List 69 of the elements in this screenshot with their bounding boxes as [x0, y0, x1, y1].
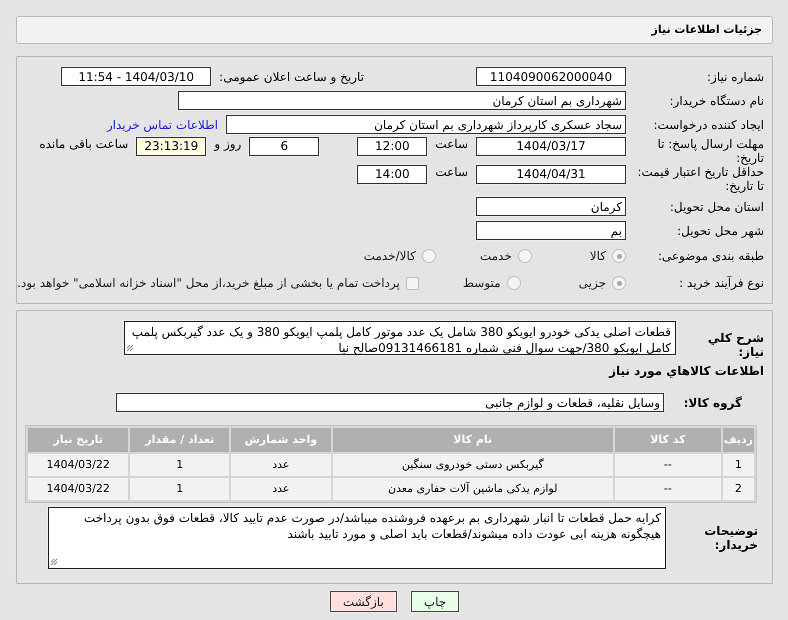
table-cell: 1404/03/22 — [28, 478, 128, 500]
section-heading: اطلاعات كالاهاي مورد نياز — [609, 364, 764, 378]
deadline-time-field: 12:00 — [357, 136, 428, 156]
validity-date-field: 1404/04/31 — [476, 164, 626, 184]
radio-button[interactable] — [612, 249, 626, 264]
field-label: طبقه بندی موضوعی: — [656, 249, 764, 264]
buyer-field: شهرداری بم استان کرمان — [178, 91, 626, 110]
radio-label: متوسط — [462, 276, 501, 290]
column-header: تاریخ نیاز — [28, 428, 128, 452]
radio-button[interactable] — [612, 276, 626, 290]
table-cell: -- — [614, 454, 721, 476]
buyer-notes-field[interactable]: کرایه حمل قطعات تا انبار شهرداری بم برعهده فروشنده میباشد/در صورت عدم تایید کالا، قطعات فوق بدون پرداخت هیچگونه هزینه ایی عودت داده میشوند/قطعات باید اصلی و مورد تایید باشند — [48, 506, 666, 569]
radio-label: کالا/خدمت — [364, 249, 416, 264]
radio-label: جزیی — [578, 276, 606, 290]
radio-label: کالا — [590, 249, 606, 264]
table-cell: عدد — [231, 454, 331, 476]
checkbox-label: پرداخت تمام یا بخشی از مبلغ خرید،از محل "اسناد خزانه اسلامی" خواهد بود. — [17, 276, 400, 290]
field-label: استان محل تحویل: — [668, 200, 764, 214]
table-cell: 1 — [130, 478, 230, 500]
field-label: شهر محل تحویل: — [676, 224, 764, 238]
column-header: نام کالا — [332, 428, 613, 452]
field-label: ساعت — [435, 136, 468, 151]
column-header: تعداد / مقدار — [130, 428, 230, 452]
validity-time-field: 14:00 — [357, 164, 428, 184]
field-label: تاریخ و ساعت اعلان عمومی: — [219, 70, 364, 84]
radio-button[interactable] — [422, 249, 436, 264]
deadline-date-field: 1404/03/17 — [476, 136, 626, 156]
announce-date-field: 1404/03/10 - 11:54 — [61, 67, 212, 86]
field-label: شرح کلي نياز: — [706, 330, 764, 359]
table-cell: 1404/03/22 — [28, 454, 128, 476]
field-label: مهلت ارسال پاسخ: تا تاریخ: — [656, 136, 764, 165]
days-field: 6 — [249, 136, 320, 156]
description-field[interactable]: قطعات اصلی یدکی خودرو ایویکو 380 شامل یک عدد موتور کامل پلمپ ایویکو 380 و یک عدد گیربکس پلمپ کامل ایویکو 380/جهت سوال فنی شماره 09131466181صالح نیا — [124, 320, 676, 355]
field-label: ایجاد کننده درخواست: — [652, 118, 764, 132]
column-header: واحد شمارش — [231, 428, 331, 452]
page-title: جزئیات اطلاعات نیاز — [652, 23, 762, 36]
remaining-time-field: 23:13:19 — [136, 136, 206, 156]
checkbox[interactable] — [406, 276, 419, 290]
table-cell: 2 — [722, 478, 754, 500]
table-cell: -- — [614, 478, 721, 500]
contact-link[interactable]: اطلاعات تماس خریدار — [106, 118, 218, 132]
field-label: ساعت باقی مانده — [39, 136, 128, 151]
field-label: روز و — [214, 136, 242, 151]
column-header: ردیف — [722, 428, 754, 452]
goods-group-field: وسایل نقلیه، قطعات و لوازم جانبی — [116, 393, 664, 412]
radio-button[interactable] — [518, 249, 532, 264]
table-cell: 1 — [722, 454, 754, 476]
table-cell: 1 — [130, 454, 230, 476]
print-button[interactable]: چاپ — [410, 591, 460, 612]
requester-field: سجاد عسکری کارپرداز شهرداری بم استان کرمان — [226, 115, 626, 134]
radio-label: خدمت — [480, 249, 512, 264]
resize-grip-icon — [127, 344, 134, 352]
field-label: نام دستگاه خریدار: — [668, 94, 764, 108]
back-button[interactable]: بازگشت — [330, 591, 397, 612]
table-cell: گیربکس دستی خودروی سنگین — [332, 454, 613, 476]
province-field: کرمان — [476, 197, 626, 216]
table-cell: لوازم یدکی ماشین آلات حفاری معدن — [332, 478, 613, 500]
field-label: ساعت — [435, 164, 468, 179]
table-cell: عدد — [231, 478, 331, 500]
field-label: نوع فرآیند خرید : — [678, 276, 764, 290]
city-field: بم — [476, 221, 626, 240]
field-label: حداقل تاریخ اعتبار قیمت: تا تاریخ: — [636, 164, 764, 193]
column-header: کد کالا — [614, 428, 721, 452]
field-label: گروه کالا: — [682, 396, 743, 410]
need-number-field: 1104090062000040 — [476, 67, 626, 86]
field-label: توضیحات خریدار: — [703, 524, 759, 552]
resize-grip-icon — [51, 558, 58, 566]
radio-button[interactable] — [506, 276, 521, 290]
field-label: شماره نیاز: — [706, 70, 764, 84]
